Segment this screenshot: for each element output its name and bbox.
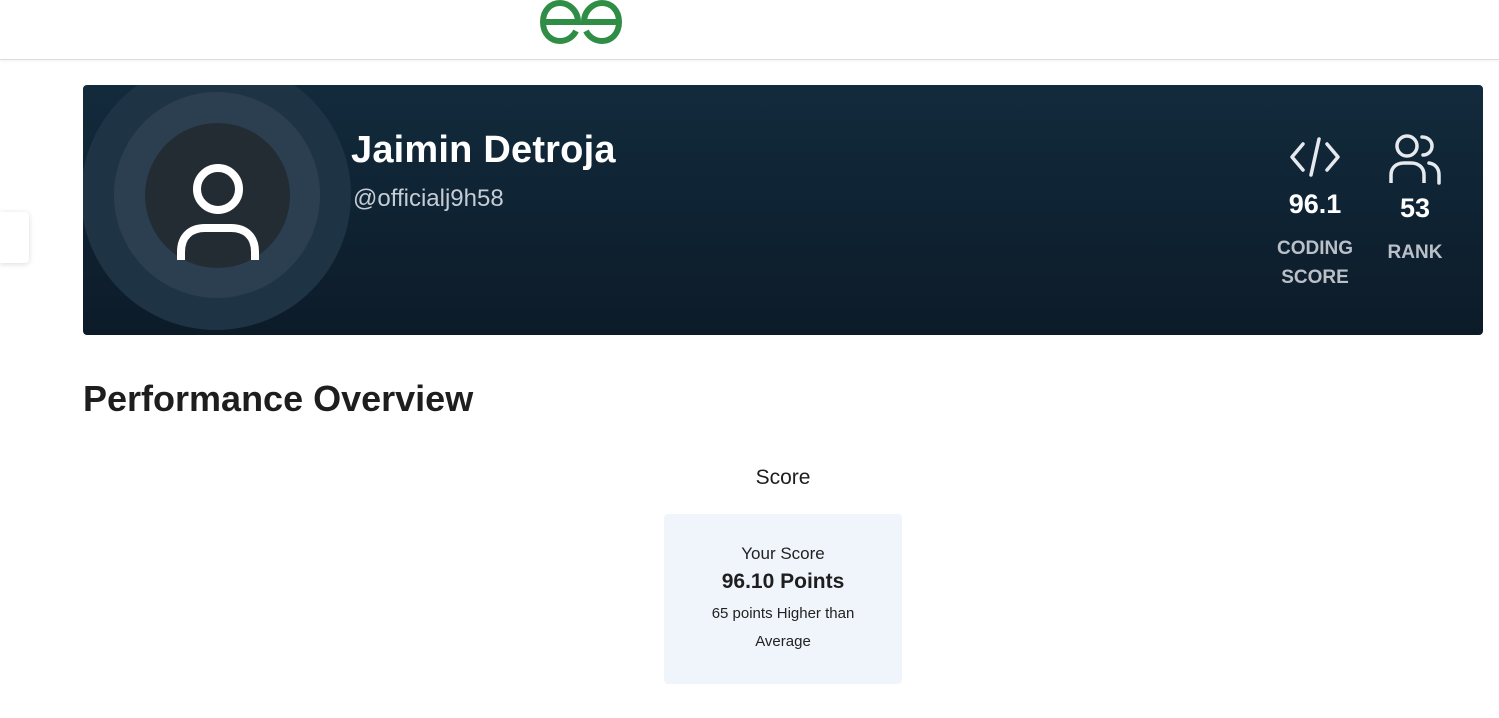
- rank-value: 53: [1399, 193, 1431, 223]
- profile-name: Jaimin Detroja: [351, 129, 616, 171]
- score-comparison-note: 65 points Higher than Average: [711, 605, 855, 650]
- score-card: Your Score 96.10 Points 65 points Higher…: [664, 514, 902, 684]
- score-heading: Score: [755, 466, 811, 489]
- side-panel-tab[interactable]: [0, 212, 29, 263]
- your-score-label: Your Score: [741, 544, 825, 563]
- coding-score-value: 96.1: [1288, 189, 1342, 219]
- rank-label: RANK: [1387, 242, 1443, 263]
- user-icon: [177, 164, 259, 260]
- coding-score-stat: 96.1 CODING SCORE: [1263, 133, 1367, 292]
- profile-banner: Jaimin Detroja @officialj9h58 96.1 CODIN…: [83, 85, 1483, 335]
- users-icon: [1389, 134, 1441, 185]
- coding-score-label: CODING SCORE: [1263, 234, 1367, 292]
- code-icon: [1290, 137, 1340, 177]
- gfg-logo-icon[interactable]: [538, 0, 624, 46]
- rank-stat: 53 RANK: [1375, 133, 1455, 267]
- performance-overview-title: Performance Overview: [83, 378, 474, 419]
- coding-score-label-line1: CODING: [1277, 238, 1353, 259]
- top-navbar: [0, 0, 1499, 60]
- profile-handle: @officialj9h58: [353, 185, 504, 212]
- your-score-value: 96.10 Points: [721, 570, 845, 593]
- coding-score-label-line2: SCORE: [1281, 267, 1349, 288]
